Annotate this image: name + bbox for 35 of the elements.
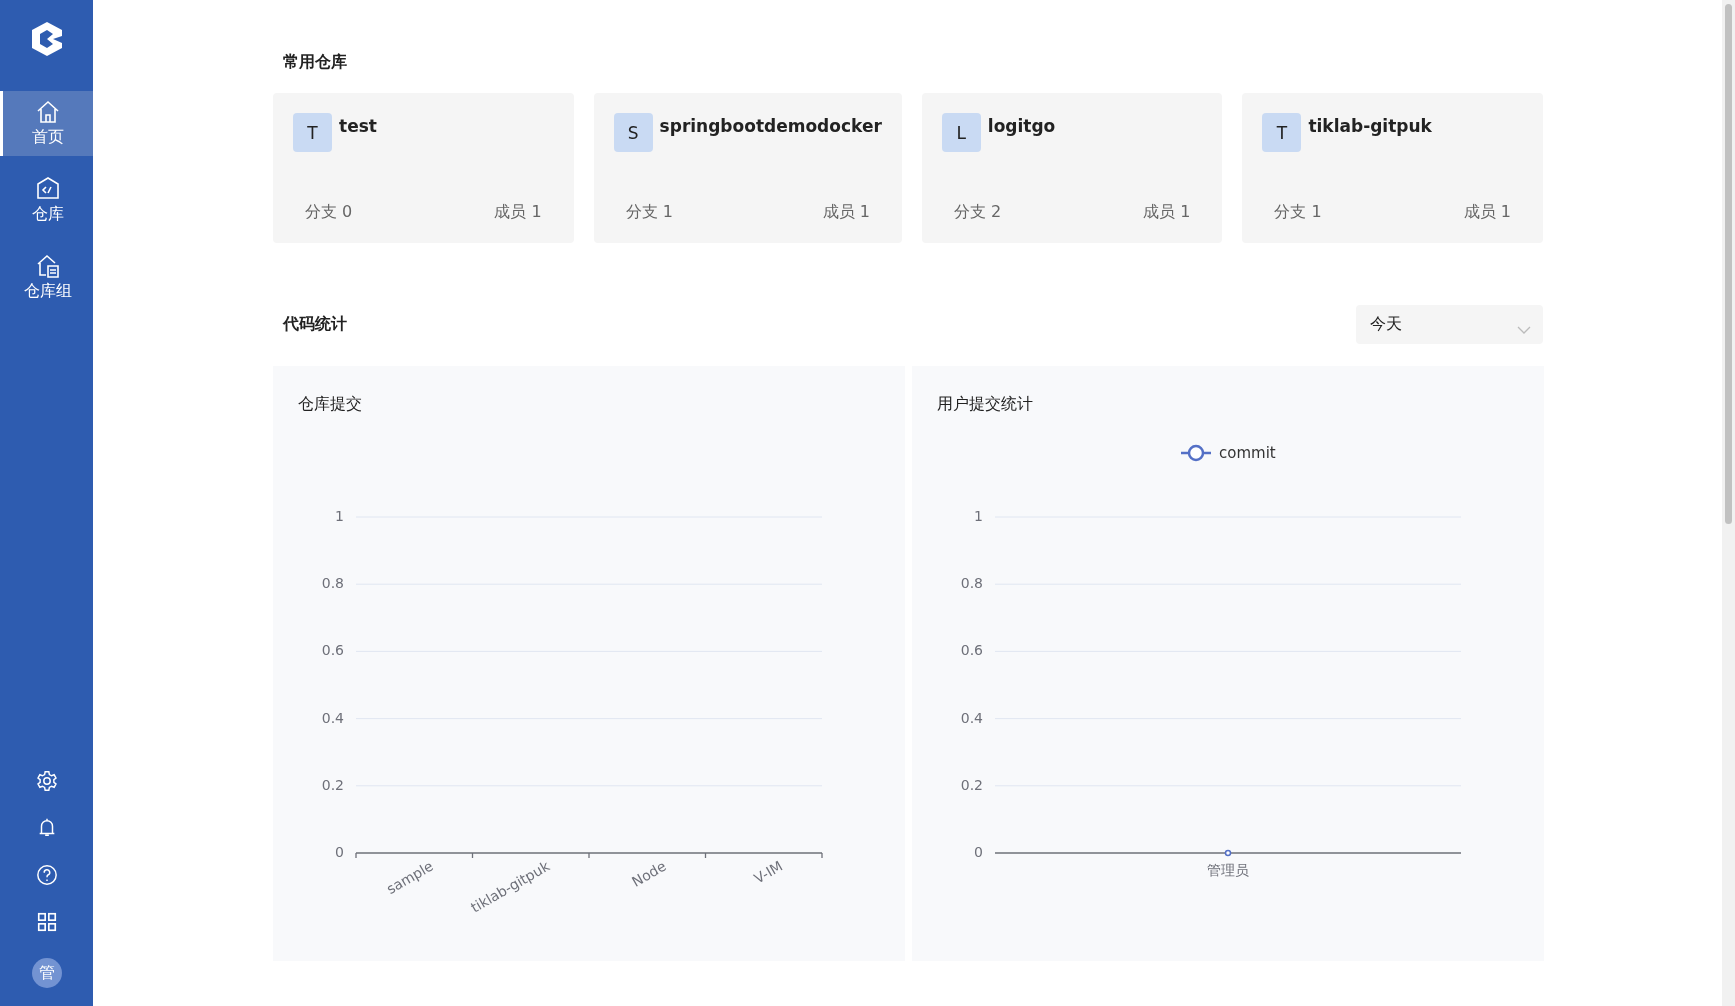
x-tick-label: V-IM [751, 857, 786, 887]
repo-name: test [339, 116, 377, 136]
branch-count: 分支 1 [1274, 202, 1322, 223]
y-tick-label: 0 [335, 844, 344, 860]
chart-title: 用户提交统计 [936, 393, 1034, 415]
branch-count: 分支 1 [625, 202, 673, 223]
repo-avatar: S [613, 113, 653, 152]
y-tick-label: 0.2 [960, 776, 983, 793]
repo-name: logitgo [987, 116, 1056, 136]
branch-count: 分支 2 [953, 202, 1002, 223]
repo-name: springbootdemodocker [659, 116, 882, 136]
y-tick-label: 0.2 [321, 776, 344, 793]
y-tick-label: 1 [974, 508, 983, 524]
y-tick-label: 1 [335, 508, 344, 524]
y-tick-label: 0.4 [321, 709, 344, 726]
repo-avatar: L [941, 113, 981, 152]
branch-count: 分支 0 [305, 202, 353, 223]
y-tick-label: 0 [974, 844, 983, 860]
section-title: 常用仓库 [282, 52, 348, 73]
repo-avatar: T [1262, 113, 1302, 152]
y-tick-label: 0.4 [960, 709, 983, 726]
member-count: 成员 1 [494, 202, 542, 223]
repo-name: tiklab-gitpuk [1308, 116, 1432, 136]
y-tick-label: 0.6 [321, 642, 344, 659]
member-count: 成员 1 [1143, 202, 1191, 223]
chart-title: 仓库提交 [297, 393, 363, 415]
member-count: 成员 1 [822, 202, 870, 223]
y-tick-label: 0.8 [321, 575, 344, 592]
member-count: 成员 1 [1463, 202, 1511, 223]
y-tick-label: 0.6 [960, 642, 983, 659]
repo-avatar: T [293, 113, 332, 152]
legend-label: commit [1219, 444, 1276, 462]
y-tick-label: 0.8 [960, 575, 983, 592]
x-tick-label: 管理员 [1207, 862, 1249, 878]
section-title: 代码统计 [281, 314, 347, 335]
